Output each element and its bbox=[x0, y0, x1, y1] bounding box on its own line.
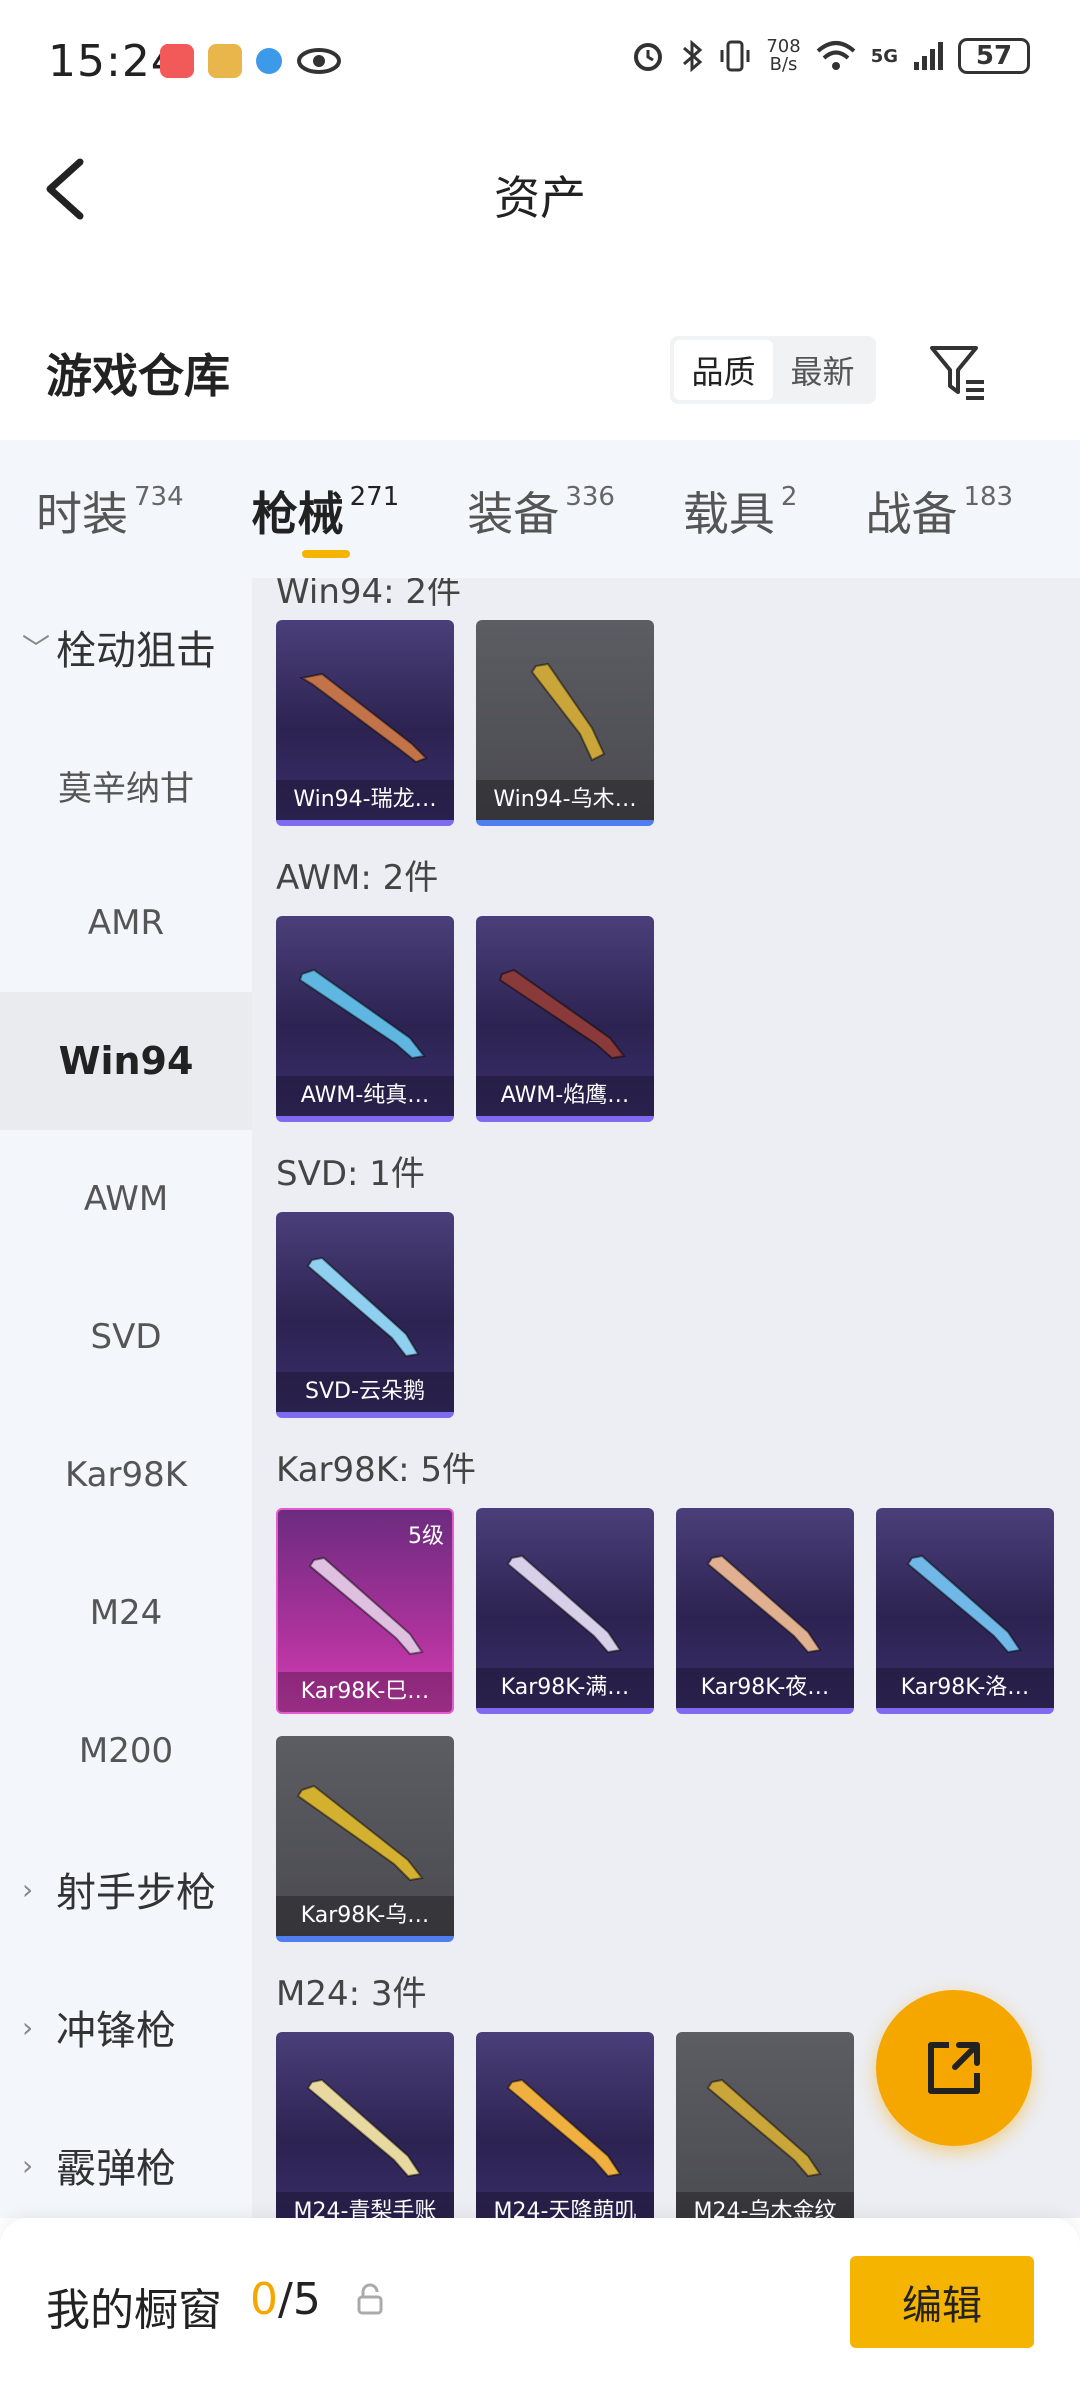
rifle-icon bbox=[296, 1784, 424, 1882]
section-title: Win94: 2件 bbox=[276, 578, 462, 612]
page-title: 资产 bbox=[494, 171, 586, 225]
title-bar: 资产 bbox=[0, 124, 1080, 254]
skin-card[interactable]: Kar98K-满… bbox=[476, 1508, 654, 1714]
sidebar-group-shotgun[interactable]: › 霰弹枪 bbox=[0, 2096, 252, 2234]
cell-signal-icon bbox=[914, 42, 943, 70]
showcase-count: 0/5 bbox=[250, 2274, 321, 2325]
app-notification-icon bbox=[160, 44, 194, 78]
tab-vehicles[interactable]: 载具 2 bbox=[683, 440, 798, 578]
skin-card[interactable]: Kar98K-洛… bbox=[876, 1508, 1054, 1714]
gun-skin-grid[interactable]: Win94: 2件 Win94-瑞龙… Win94-乌木… AWM: 2件 AW… bbox=[252, 578, 1080, 2218]
app-notification-icon bbox=[256, 48, 282, 74]
net-speed-unit: B/s bbox=[769, 54, 798, 75]
vibrate-icon bbox=[720, 40, 750, 72]
sidebar-item-m200[interactable]: M200 bbox=[0, 1682, 252, 1820]
sidebar-item-svd[interactable]: SVD bbox=[0, 1268, 252, 1406]
rifle-icon bbox=[306, 1256, 420, 1358]
warehouse-title: 游戏仓库 bbox=[46, 349, 230, 403]
skin-card[interactable]: 5级 Kar98K-巳… bbox=[276, 1508, 454, 1714]
skin-name: AWM-焰鹰… bbox=[476, 1076, 654, 1116]
app-notification-icon bbox=[208, 44, 242, 78]
rifle-icon bbox=[498, 968, 626, 1060]
rifle-icon bbox=[906, 1554, 1022, 1654]
warehouse-header: 游戏仓库 品质 最新 bbox=[0, 300, 1080, 440]
tab-guns[interactable]: 枪械 271 bbox=[252, 440, 399, 578]
filter-icon[interactable] bbox=[926, 340, 990, 404]
active-tab-indicator bbox=[301, 550, 350, 558]
battery-indicator: 57 bbox=[958, 38, 1030, 74]
tab-combat-gear[interactable]: 战备 183 bbox=[865, 440, 1013, 578]
skin-card[interactable]: Win94-瑞龙… bbox=[276, 620, 454, 826]
skin-level-badge: 5级 bbox=[408, 1524, 444, 1549]
rifle-icon bbox=[506, 1554, 622, 1654]
skin-card[interactable]: M24-天降萌叽 bbox=[476, 2032, 654, 2218]
chevron-right-icon: › bbox=[22, 2010, 34, 2044]
chevron-right-icon: › bbox=[22, 1872, 34, 1906]
sort-newest-option[interactable]: 最新 bbox=[773, 340, 872, 400]
chevron-right-icon: › bbox=[22, 2148, 34, 2182]
rifle-icon bbox=[530, 662, 606, 762]
share-button[interactable] bbox=[876, 1990, 1032, 2146]
skin-name: Kar98K-洛… bbox=[876, 1668, 1054, 1708]
section-title: M24: 3件 bbox=[276, 1974, 427, 2014]
rifle-icon bbox=[706, 2078, 822, 2178]
external-link-icon bbox=[928, 2042, 980, 2094]
sidebar-group-bolt-action[interactable]: ﹀ 栓动狙击 bbox=[0, 578, 252, 716]
skin-name: M24-乌木金纹 bbox=[676, 2192, 854, 2218]
skin-name: Win94-乌木… bbox=[476, 780, 654, 820]
sidebar-item-awm[interactable]: AWM bbox=[0, 1130, 252, 1268]
skin-name: Kar98K-满… bbox=[476, 1668, 654, 1708]
rifle-icon bbox=[299, 672, 428, 764]
skin-name: SVD-云朵鹅 bbox=[276, 1372, 454, 1412]
showcase-title: 我的橱窗 bbox=[46, 2285, 222, 2336]
sidebar-group-smg[interactable]: › 冲锋枪 bbox=[0, 1958, 252, 2096]
skin-name: Kar98K-巳… bbox=[278, 1672, 452, 1712]
skin-name: Kar98K-夜… bbox=[676, 1668, 854, 1708]
skin-name: AWM-纯真… bbox=[276, 1076, 454, 1116]
status-bar: 15:24 708 B/s 5G 57 bbox=[0, 0, 1080, 124]
skin-card[interactable]: Win94-乌木… bbox=[476, 620, 654, 826]
sidebar-item-win94[interactable]: Win94 bbox=[0, 992, 252, 1130]
signal-type: 5G bbox=[870, 45, 898, 67]
rifle-icon bbox=[506, 2078, 622, 2178]
gun-type-sidebar: ﹀ 栓动狙击 莫辛纳甘 AMR Win94 AWM SVD Kar98K M24… bbox=[0, 578, 252, 2218]
chevron-down-icon: ﹀ bbox=[22, 632, 51, 665]
skin-card[interactable]: AWM-纯真… bbox=[276, 916, 454, 1122]
tab-equipment[interactable]: 装备 336 bbox=[467, 440, 615, 578]
skin-card[interactable]: Kar98K-夜… bbox=[676, 1508, 854, 1714]
bluetooth-icon bbox=[683, 39, 703, 73]
eye-icon bbox=[297, 48, 341, 74]
skin-card[interactable]: AWM-焰鹰… bbox=[476, 916, 654, 1122]
skin-card[interactable]: Kar98K-乌… bbox=[276, 1736, 454, 1942]
rifle-icon bbox=[706, 1554, 822, 1654]
lock-icon bbox=[357, 2283, 383, 2315]
skin-name: M24-青梨手账 bbox=[276, 2192, 454, 2218]
skin-name: Win94-瑞龙… bbox=[276, 780, 454, 820]
sort-toggle: 品质 最新 bbox=[670, 336, 876, 404]
skin-name: Kar98K-乌… bbox=[276, 1896, 454, 1936]
section-title: AWM: 2件 bbox=[276, 858, 439, 898]
showcase-bar: 我的橱窗 0/5 编辑 bbox=[0, 2218, 1080, 2382]
category-tabs: 时装 734 枪械 271 装备 336 载具 2 战备 183 bbox=[0, 440, 1080, 578]
tab-fashion[interactable]: 时装 734 bbox=[36, 440, 184, 578]
rifle-icon bbox=[306, 2078, 422, 2178]
sort-quality-option[interactable]: 品质 bbox=[674, 340, 773, 400]
sidebar-item-amr[interactable]: AMR bbox=[0, 854, 252, 992]
skin-card[interactable]: M24-乌木金纹 bbox=[676, 2032, 854, 2218]
sidebar-item-mosin[interactable]: 莫辛纳甘 bbox=[0, 716, 252, 854]
sidebar-group-marksman[interactable]: › 射手步枪 bbox=[0, 1820, 252, 1958]
sidebar-item-m24[interactable]: M24 bbox=[0, 1544, 252, 1682]
section-title: Kar98K: 5件 bbox=[276, 1450, 476, 1490]
skin-card[interactable]: M24-青梨手账 bbox=[276, 2032, 454, 2218]
rifle-icon bbox=[298, 968, 426, 1060]
wifi-icon bbox=[816, 41, 856, 70]
edit-button[interactable]: 编辑 bbox=[850, 2256, 1034, 2348]
skin-name: M24-天降萌叽 bbox=[476, 2192, 654, 2218]
skin-card[interactable]: SVD-云朵鹅 bbox=[276, 1212, 454, 1418]
alarm-icon bbox=[634, 43, 663, 71]
sidebar-item-kar98k[interactable]: Kar98K bbox=[0, 1406, 252, 1544]
section-title: SVD: 1件 bbox=[276, 1154, 425, 1194]
rifle-icon bbox=[308, 1556, 424, 1656]
